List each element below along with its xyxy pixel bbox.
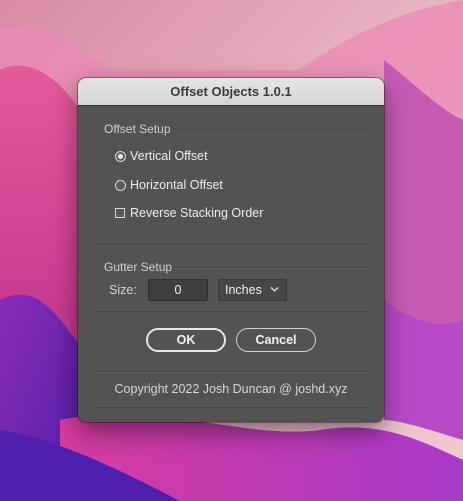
horizontal-offset-radio[interactable]: Horizontal Offset: [115, 177, 223, 193]
size-label: Size:: [109, 283, 137, 297]
dialog-title: Offset Objects 1.0.1: [78, 78, 384, 106]
copyright-text: Copyright 2022 Josh Duncan @ joshd.xyz: [114, 382, 348, 396]
gutter-size-input[interactable]: 0: [148, 279, 208, 301]
radio-unselected-icon: [115, 179, 126, 191]
units-selected-value: Inches: [225, 283, 262, 297]
reverse-stacking-checkbox[interactable]: Reverse Stacking Order: [115, 205, 263, 221]
radio-selected-icon: [115, 150, 126, 162]
vertical-offset-label: Vertical Offset: [130, 149, 208, 163]
cancel-button[interactable]: Cancel: [236, 328, 316, 352]
units-select[interactable]: Inches: [218, 279, 287, 301]
gutter-setup-title: Gutter Setup: [102, 260, 175, 274]
ok-button[interactable]: OK: [146, 328, 226, 352]
chevron-down-icon: [270, 287, 279, 292]
vertical-offset-radio[interactable]: Vertical Offset: [115, 148, 208, 164]
horizontal-offset-label: Horizontal Offset: [130, 178, 223, 192]
checkbox-icon: [115, 208, 125, 218]
offset-setup-title: Offset Setup: [102, 122, 173, 136]
offset-objects-dialog: Offset Objects 1.0.1 Offset Setup Vertic…: [78, 78, 384, 422]
reverse-stacking-label: Reverse Stacking Order: [130, 206, 264, 220]
